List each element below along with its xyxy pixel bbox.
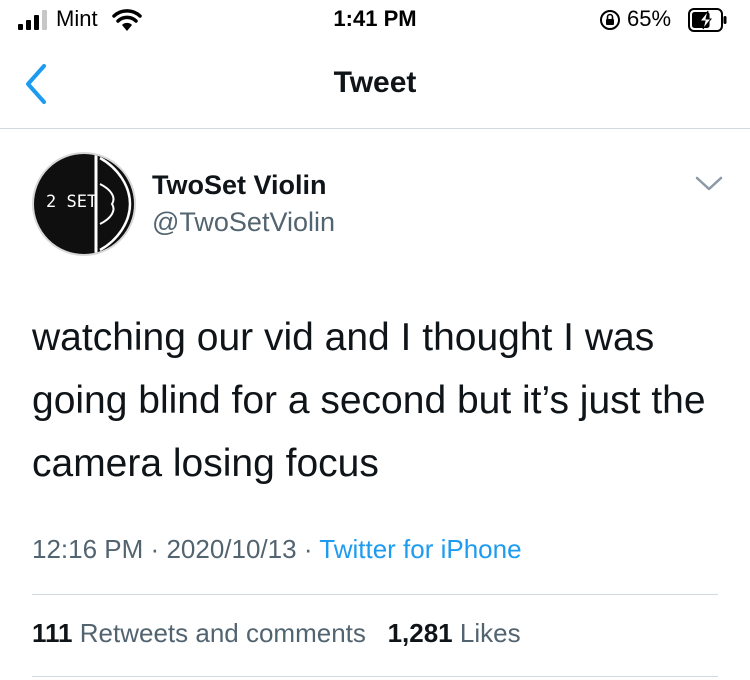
tweet-source-link[interactable]: Twitter for iPhone — [319, 534, 521, 564]
retweets-label: Retweets and comments — [79, 618, 366, 648]
tweet-meta: 12:16 PM · 2020/10/13 · Twitter for iPho… — [32, 534, 522, 565]
divider — [32, 594, 718, 595]
tweet-date: 2020/10/13 — [166, 534, 297, 564]
retweets-stat[interactable]: 111 Retweets and comments — [32, 618, 366, 648]
retweets-count: 111 — [32, 618, 73, 648]
rotation-lock-icon — [600, 10, 620, 30]
divider — [32, 676, 718, 677]
user-handle[interactable]: @TwoSetViolin — [152, 207, 335, 238]
likes-count: 1,281 — [387, 618, 453, 648]
battery-charging-icon — [688, 8, 727, 32]
meta-separator: · — [303, 534, 313, 564]
likes-label: Likes — [459, 618, 521, 648]
display-name[interactable]: TwoSet Violin — [152, 170, 327, 201]
chevron-down-icon[interactable] — [694, 174, 724, 194]
meta-separator: · — [150, 534, 160, 564]
avatar[interactable]: 2 SET — [32, 152, 136, 256]
likes-stat[interactable]: 1,281 Likes — [388, 618, 521, 648]
tweet-text: watching our vid and I thought I was goi… — [32, 316, 706, 485]
navigation-bar: Tweet — [0, 40, 750, 129]
avatar-text: 2 SET — [46, 192, 98, 212]
tweet-time: 12:16 PM — [32, 534, 144, 564]
page-title: Tweet — [333, 66, 417, 99]
status-bar: Mint 1:41 PM 65% — [0, 0, 750, 40]
battery-percent: 65% — [627, 6, 672, 31]
tweet-stats: 111 Retweets and comments 1,281 Likes — [32, 618, 521, 649]
